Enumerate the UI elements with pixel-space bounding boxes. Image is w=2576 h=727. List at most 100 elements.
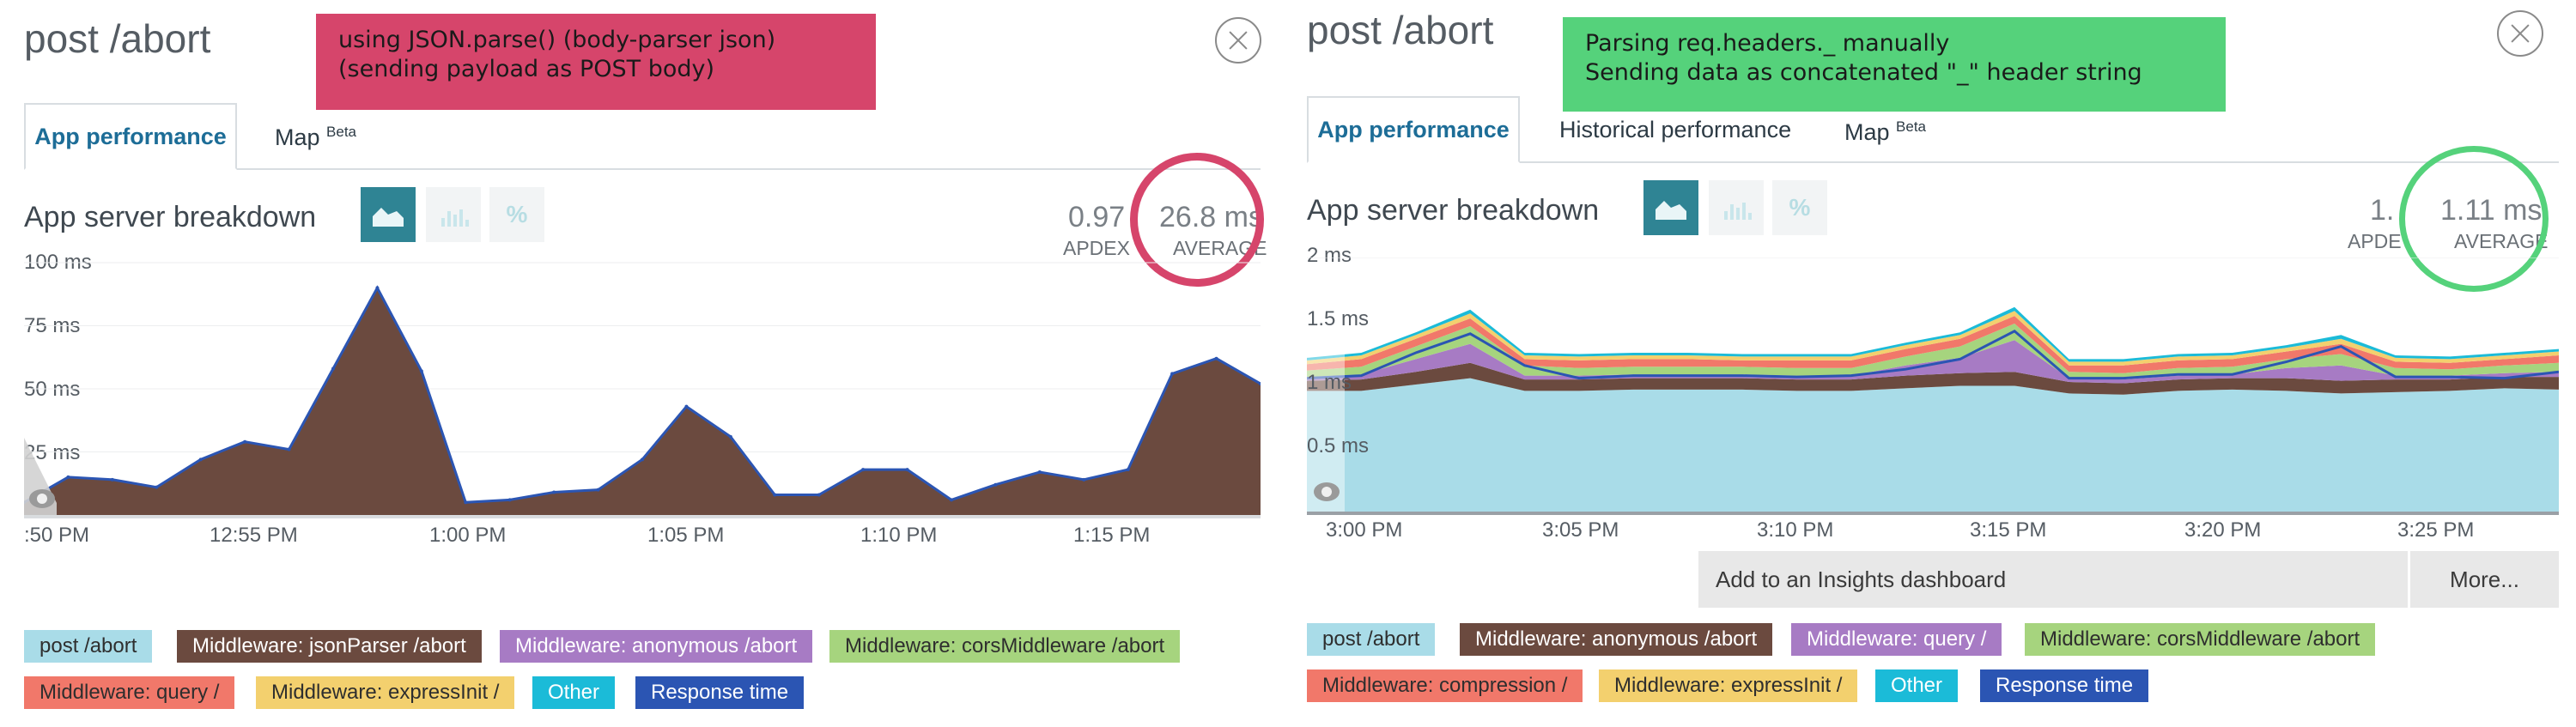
legend-item-expressinit[interactable]: Middleware: expressInit / xyxy=(1599,669,1858,702)
legend-item-query[interactable]: Middleware: query / xyxy=(24,676,235,709)
data-point xyxy=(1214,356,1218,360)
legend-item-jsonparser[interactable]: Middleware: jsonParser /abort xyxy=(177,630,482,663)
data-point xyxy=(905,468,909,472)
legend-label: Middleware: anonymous /abort xyxy=(515,634,798,657)
apdex-label: APDE xyxy=(2348,230,2402,252)
transaction-title: post /abort xyxy=(1307,8,1494,52)
x-tick-label: :50 PM xyxy=(24,524,90,547)
data-point xyxy=(596,488,600,492)
legend-item-other[interactable]: Other xyxy=(1875,669,1959,702)
transaction-title: post /abort xyxy=(24,16,211,61)
tab-app-performance[interactable]: App performance xyxy=(24,103,237,170)
left-panel: post /abort using JSON.parse() (body-par… xyxy=(0,0,1271,727)
data-point xyxy=(1082,477,1086,482)
legend-item-anonymous[interactable]: Middleware: anonymous /abort xyxy=(1460,623,1773,656)
x-tick-label: 1:15 PM xyxy=(1073,524,1151,547)
x-tick-label: 1:10 PM xyxy=(860,524,938,547)
tab-label: Historical performance xyxy=(1559,117,1792,142)
x-tick-label: 3:10 PM xyxy=(1757,518,1834,542)
legend-label: Middleware: query / xyxy=(1807,627,1987,651)
data-point xyxy=(1170,372,1175,376)
area-jsonparser xyxy=(24,288,1261,515)
percent-toggle[interactable]: % xyxy=(1772,180,1827,235)
legend-label: Middleware: corsMiddleware /abort xyxy=(2040,627,2360,651)
close-icon[interactable] xyxy=(1215,17,1261,64)
data-point xyxy=(287,447,291,451)
legend-label: post /abort xyxy=(1322,627,1420,651)
apdex-label: APDEX xyxy=(1063,237,1130,259)
x-tick-label: 3:05 PM xyxy=(1542,518,1619,542)
area-chart-toggle[interactable] xyxy=(1643,180,1698,235)
app-server-breakdown-chart[interactable] xyxy=(24,257,1261,524)
data-point xyxy=(773,493,777,497)
data-point xyxy=(728,434,732,439)
apdex-value: 0.97 xyxy=(1068,201,1126,233)
legend-label: Response time xyxy=(1996,674,2134,697)
data-point xyxy=(817,493,821,497)
area-chart-toggle[interactable] xyxy=(361,187,416,242)
legend-item-response-time[interactable]: Response time xyxy=(1980,669,2149,702)
y-tick-label: 0.5 ms xyxy=(1307,434,1370,457)
visibility-toggle-icon[interactable] xyxy=(1314,482,1340,501)
bar-chart-toggle[interactable] xyxy=(426,187,481,242)
y-tick-label: 1.5 ms xyxy=(1307,307,1370,330)
tab-label: Map xyxy=(1844,119,1897,145)
x-tick-label: 3:15 PM xyxy=(1970,518,2047,542)
data-point xyxy=(66,475,70,479)
legend-label: Other xyxy=(1891,674,1943,697)
data-point xyxy=(993,482,998,487)
tab-app-performance[interactable]: App performance xyxy=(1307,96,1520,163)
area-chart-icon xyxy=(1656,201,1686,220)
section-title: App server breakdown xyxy=(24,201,317,233)
annotation-line-2: (sending payload as POST body) xyxy=(338,56,714,82)
legend-label: post /abort xyxy=(39,634,137,657)
data-point xyxy=(464,500,468,505)
insights-bar: Add to an Insights dashboard More... xyxy=(1698,551,2559,608)
annotation-note: using JSON.parse() (body-parser json) (s… xyxy=(316,14,876,110)
tab-label: App performance xyxy=(1317,117,1510,142)
data-point xyxy=(419,369,423,373)
data-point xyxy=(198,457,203,462)
data-point xyxy=(861,468,866,472)
app-server-breakdown-chart[interactable] xyxy=(1307,257,2559,515)
visibility-toggle-icon[interactable] xyxy=(29,489,55,508)
annotation-note: Parsing req.headers._ manually Sending d… xyxy=(1563,17,2226,112)
tab-label: Map xyxy=(275,124,327,150)
percent-toggle[interactable]: % xyxy=(489,187,544,242)
legend-item-expressinit[interactable]: Middleware: expressInit / xyxy=(256,676,515,709)
right-panel: post /abort Parsing req.headers._ manual… xyxy=(1305,0,2576,727)
data-point xyxy=(641,457,644,462)
x-tick-label: 3:25 PM xyxy=(2397,518,2475,542)
legend-item-post-abort[interactable]: post /abort xyxy=(1307,623,1436,656)
x-tick-label: 1:00 PM xyxy=(429,524,507,547)
tab-map[interactable]: Map Beta xyxy=(1844,118,1926,146)
tab-map[interactable]: Map Beta xyxy=(275,124,356,151)
legend-item-corsmiddleware[interactable]: Middleware: corsMiddleware /abort xyxy=(2025,623,2376,656)
x-tick-label: 1:05 PM xyxy=(647,524,725,547)
legend-label: Middleware: corsMiddleware /abort xyxy=(845,634,1165,657)
annotation-line-2: Sending data as concatenated "_" header … xyxy=(1585,59,2142,86)
close-icon[interactable] xyxy=(2497,10,2543,57)
data-point xyxy=(1126,468,1130,472)
tab-historical-performance[interactable]: Historical performance xyxy=(1559,117,1791,143)
data-point xyxy=(331,367,335,371)
legend-item-compression[interactable]: Middleware: compression / xyxy=(1307,669,1583,702)
data-point xyxy=(950,498,953,502)
more-button[interactable]: More... xyxy=(2408,551,2559,608)
data-point xyxy=(684,404,689,409)
bar-chart-icon xyxy=(1724,203,1752,220)
data-point xyxy=(375,286,380,290)
add-to-insights-button[interactable]: Add to an Insights dashboard xyxy=(1716,551,2006,608)
annotation-line-1: Parsing req.headers._ manually xyxy=(1585,30,1950,57)
legend-item-anonymous[interactable]: Middleware: anonymous /abort xyxy=(500,630,813,663)
percent-icon: % xyxy=(506,201,528,227)
legend-label: Response time xyxy=(651,681,789,704)
bar-chart-toggle[interactable] xyxy=(1709,180,1764,235)
bar-chart-icon xyxy=(441,209,469,227)
legend-item-other[interactable]: Other xyxy=(532,676,616,709)
legend-item-post-abort[interactable]: post /abort xyxy=(24,630,153,663)
legend-item-corsmiddleware[interactable]: Middleware: corsMiddleware /abort xyxy=(829,630,1181,663)
legend-item-response-time[interactable]: Response time xyxy=(635,676,805,709)
legend-label: Middleware: query / xyxy=(39,681,220,704)
legend-item-query[interactable]: Middleware: query / xyxy=(1791,623,2002,656)
